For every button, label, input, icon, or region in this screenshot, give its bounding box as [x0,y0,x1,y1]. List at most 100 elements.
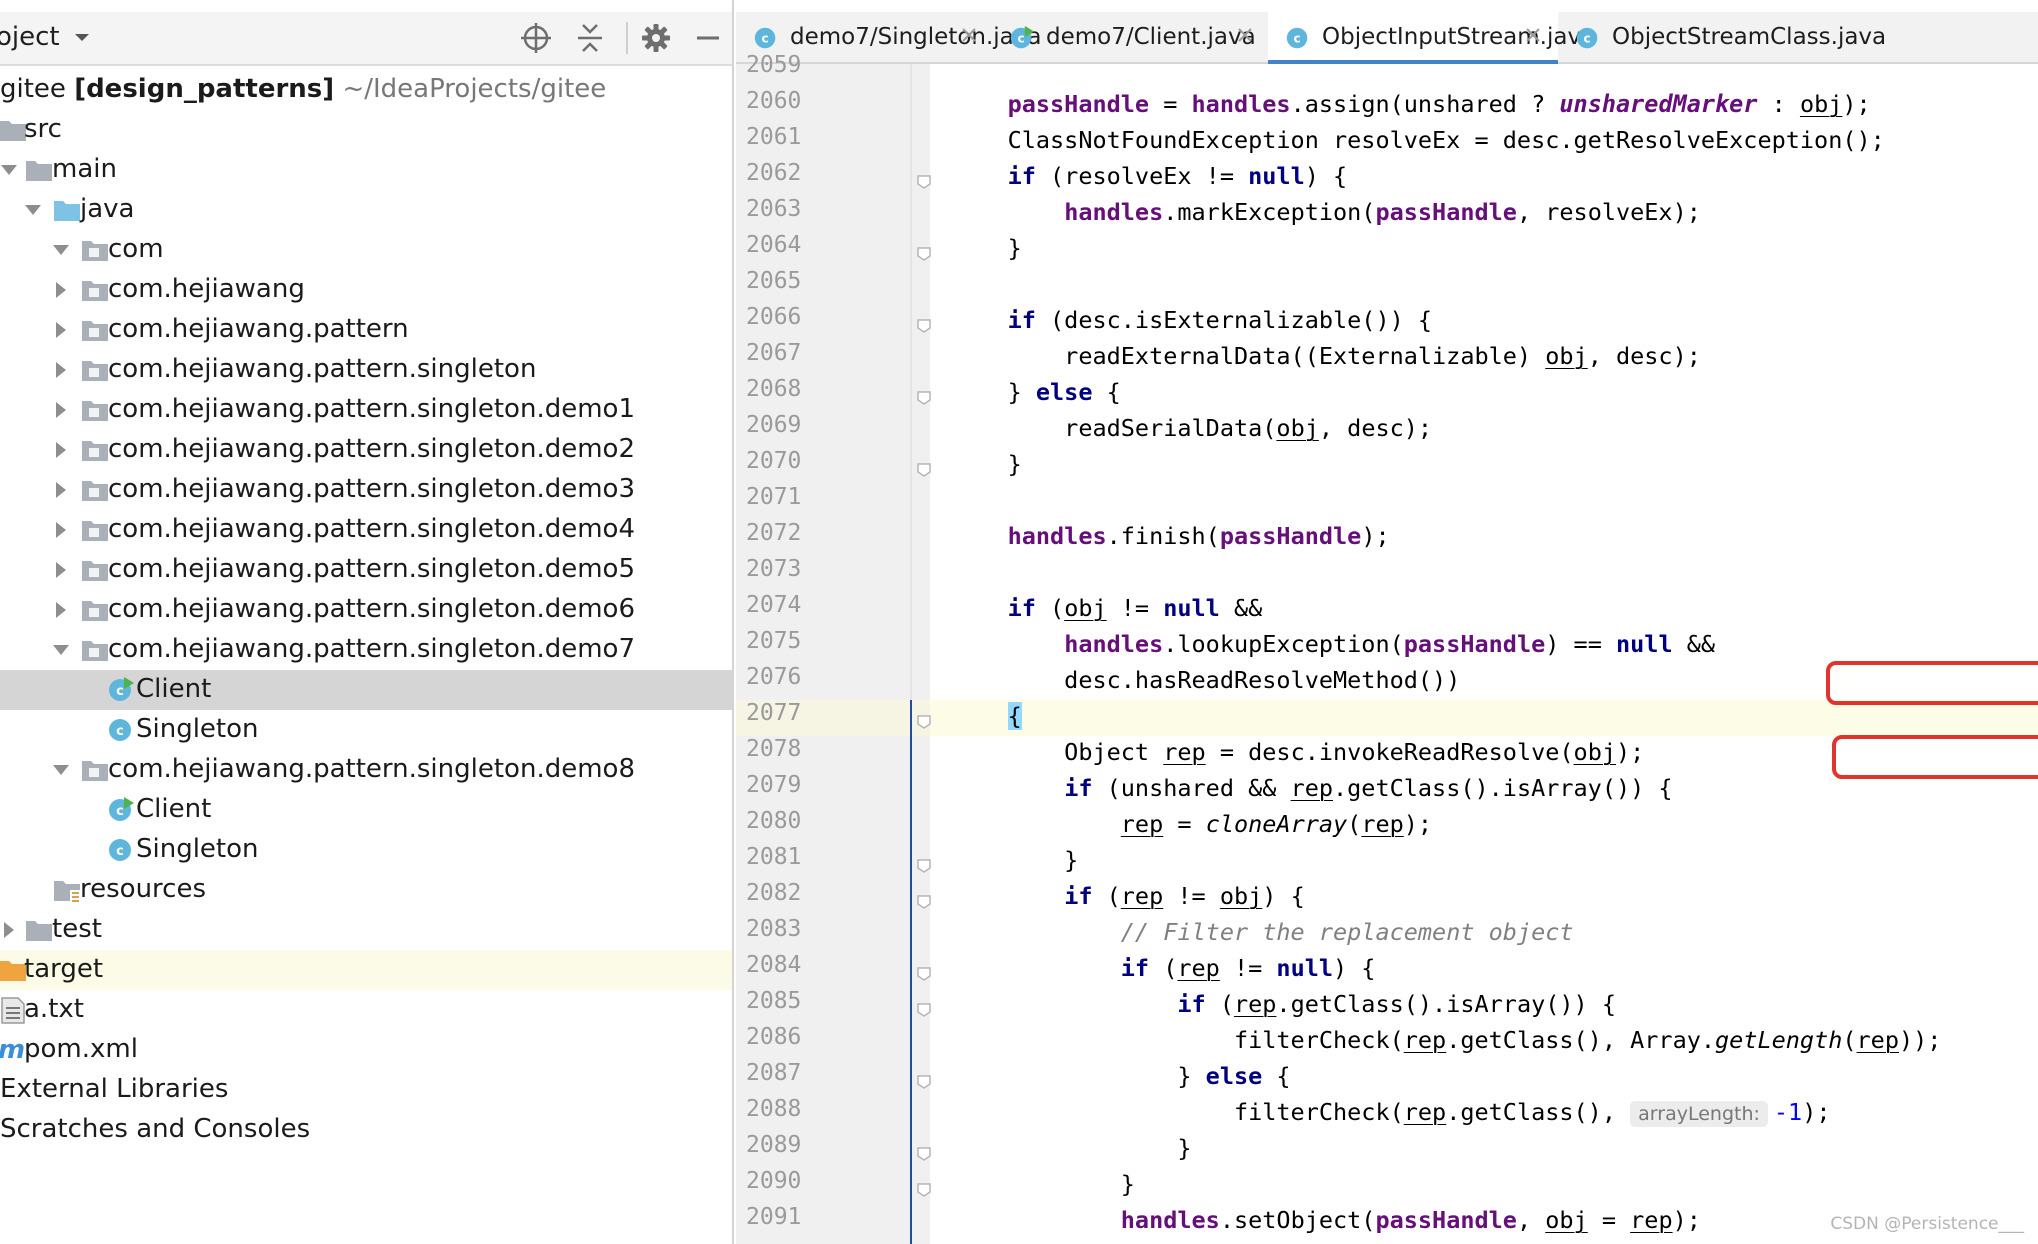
fold-marker-icon[interactable] [916,174,932,190]
code-token: } [951,378,1036,406]
code-line: ClassNotFoundException resolveEx = desc.… [951,122,1885,158]
project-root-name: gitee [0,74,66,104]
code-line: readSerialData(obj, desc); [951,410,1432,446]
tree-item[interactable]: com.hejiawang.pattern.singleton.demo8 [0,750,732,790]
close-icon[interactable] [1234,24,1256,46]
expanded-arrow-icon[interactable] [48,237,74,263]
fold-marker-icon[interactable] [916,1182,932,1198]
fold-marker-icon[interactable] [916,858,932,874]
tree-item[interactable]: com.hejiawang.pattern.singleton.demo5 [0,550,732,590]
collapsed-arrow-icon[interactable] [48,517,74,543]
close-icon[interactable] [958,24,980,46]
code-line: { [951,698,1022,734]
project-view-title[interactable]: oject [0,22,60,52]
tree-item[interactable]: com.hejiawang.pattern.singleton.demo6 [0,590,732,630]
code-token: obj [1573,738,1616,766]
code-token: else [1035,378,1093,406]
code-token: obj [1545,1206,1588,1234]
tree-item[interactable]: java [0,190,732,230]
line-number: 2088 [746,1096,802,1122]
tree-item[interactable]: Scratches and Consoles [0,1110,732,1150]
code-token: ) { [1333,954,1376,982]
tree-item[interactable]: c Client [0,790,732,830]
tree-item[interactable]: com.hejiawang [0,270,732,310]
collapsed-arrow-icon[interactable] [48,357,74,383]
code-token: rep [1361,810,1404,838]
package-icon [82,401,108,421]
collapsed-arrow-icon[interactable] [48,317,74,343]
collapsed-arrow-icon[interactable] [48,437,74,463]
tree-item-label: resources [80,874,207,904]
code-token: ); [1842,90,1871,118]
folder-source-icon [54,201,80,221]
tree-item[interactable]: test [0,910,732,950]
code-token: ); [1361,522,1390,550]
parameter-hint: arrayLength: [1630,1101,1768,1127]
collapsed-arrow-icon[interactable] [48,477,74,503]
tree-item[interactable]: main [0,150,732,190]
chevron-down-icon[interactable] [70,26,94,50]
line-number: 2068 [746,376,802,402]
tree-item[interactable]: c Client [0,670,732,710]
collapse-all-icon[interactable] [572,20,608,56]
fold-marker-icon[interactable] [916,318,932,334]
fold-marker-icon[interactable] [916,714,932,730]
code-token: .lookupException( [1163,630,1404,658]
folder-icon [26,921,52,941]
tree-item[interactable]: resources [0,870,732,910]
gear-icon[interactable] [638,20,674,56]
code-line: } [951,446,1022,482]
collapsed-arrow-icon[interactable] [48,557,74,583]
collapsed-arrow-icon[interactable] [48,277,74,303]
tree-item[interactable]: com.hejiawang.pattern [0,310,732,350]
expanded-arrow-icon[interactable] [48,757,74,783]
tree-item[interactable]: c Singleton [0,830,732,870]
line-number: 2067 [746,340,802,366]
fold-marker-icon[interactable] [916,246,932,262]
tree-item[interactable]: com.hejiawang.pattern.singleton [0,350,732,390]
fold-marker-icon[interactable] [916,1074,932,1090]
collapsed-arrow-icon[interactable] [48,597,74,623]
expanded-arrow-icon[interactable] [0,157,22,183]
tree-item[interactable]: com.hejiawang.pattern.singleton.demo7 [0,630,732,670]
tree-item-label: com.hejiawang.pattern [108,314,409,344]
code-token: (resolveEx != [1035,162,1249,190]
tree-item[interactable]: m pom.xml [0,1030,732,1070]
close-icon[interactable] [1522,24,1544,46]
collapsed-arrow-icon[interactable] [48,397,74,423]
tree-item[interactable]: com.hejiawang.pattern.singleton.demo4 [0,510,732,550]
line-number: 2082 [746,880,802,906]
fold-marker-icon[interactable] [916,390,932,406]
editor-tab[interactable]: c ObjectInputStream.java [1268,12,1595,64]
collapsed-arrow-icon[interactable] [0,917,22,943]
editor-tab[interactable]: c demo7/Client.java [992,12,1268,64]
fold-marker-icon[interactable] [916,1146,932,1162]
fold-marker-icon[interactable] [916,462,932,478]
fold-marker-icon[interactable] [916,966,932,982]
tree-item[interactable]: src [0,110,732,150]
tree-item[interactable]: a.txt [0,990,732,1030]
expanded-arrow-icon[interactable] [20,197,46,223]
fold-marker-icon[interactable] [916,1002,932,1018]
tree-item[interactable]: target [0,950,732,990]
fold-marker-icon[interactable] [916,894,932,910]
line-number: 2085 [746,988,802,1014]
expanded-arrow-icon[interactable] [48,637,74,663]
editor-tab-label: demo7/Client.java [1046,24,1256,50]
tree-item[interactable]: com.hejiawang.pattern.singleton.demo1 [0,390,732,430]
tree-item[interactable]: com.hejiawang.pattern.singleton.demo2 [0,430,732,470]
tree-item[interactable]: External Libraries [0,1070,732,1110]
tree-item[interactable]: c Singleton [0,710,732,750]
tree-item[interactable]: com.hejiawang.pattern.singleton.demo3 [0,470,732,510]
line-number: 2065 [746,268,802,294]
locate-target-icon[interactable] [518,20,554,56]
code-token: ( [1842,1026,1857,1054]
project-root-row[interactable]: gitee [design_patterns] ~/IdeaProjects/g… [0,70,732,110]
tree-item[interactable]: com [0,230,732,270]
code-line: } else { [951,374,1121,410]
minimize-icon[interactable] [690,20,726,56]
package-icon [82,441,108,461]
editor-tab[interactable]: c ObjectStreamClass.java [1558,12,2038,64]
